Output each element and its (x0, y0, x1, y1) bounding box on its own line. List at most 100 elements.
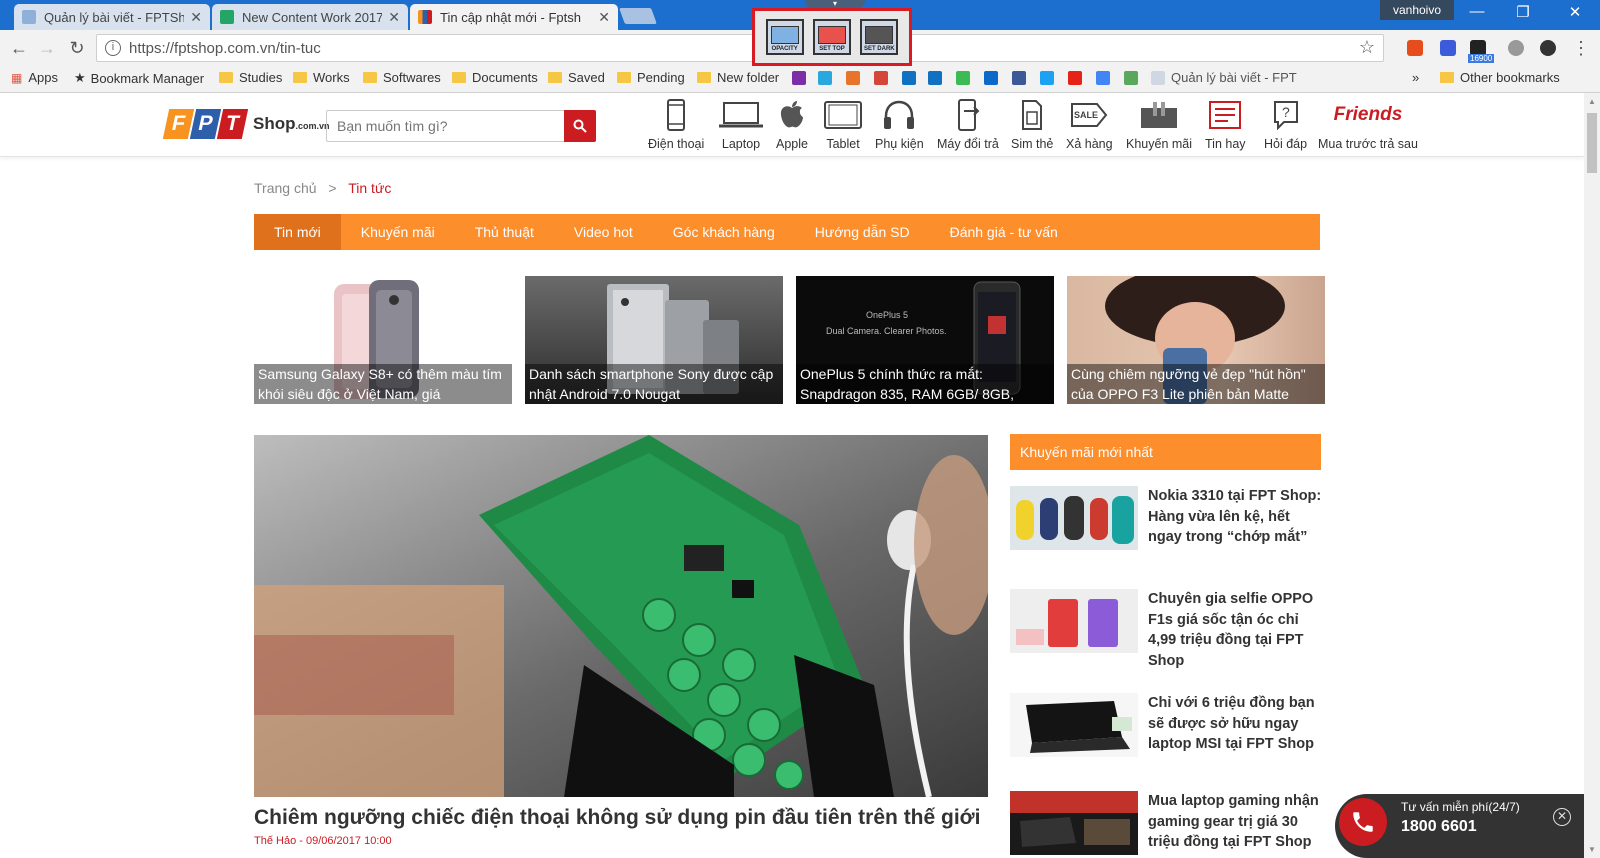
folder-documents[interactable]: Documents (452, 70, 538, 85)
cat-tin-hay[interactable]: Tin hay (1205, 99, 1246, 155)
close-icon[interactable]: ✕ (1553, 808, 1571, 826)
facebook-icon[interactable] (1012, 71, 1026, 85)
bookmark-star-icon[interactable]: ☆ (1359, 37, 1375, 58)
new-tab-button[interactable] (619, 8, 657, 24)
nav-goc-khach-hang[interactable]: Góc khách hàng (653, 214, 795, 250)
sidebar-item[interactable]: Chuyên gia selfie OPPO F1s giá sốc tận ó… (1010, 589, 1321, 679)
bookmark-site-icon[interactable] (1124, 71, 1138, 85)
tab-content-work[interactable]: New Content Work 2017 ✕ (212, 4, 408, 30)
sidebar-item[interactable]: Chỉ với 6 triệu đồng bạn sẽ được sở hữu … (1010, 693, 1321, 783)
sidebar-heading[interactable]: Khuyến mãi mới nhất (1010, 434, 1321, 470)
reload-icon[interactable]: ↻ (66, 38, 88, 59)
sidebar-item[interactable]: Nokia 3310 tại FPT Shop: Hàng vừa lên kệ… (1010, 486, 1321, 576)
sheets-icon (220, 10, 234, 24)
nav-thu-thuat[interactable]: Thủ thuật (455, 214, 554, 250)
folder-new-folder[interactable]: New folder (697, 70, 779, 85)
nav-huong-dan-sd[interactable]: Hướng dẫn SD (795, 214, 930, 250)
bookmark-site-icon[interactable] (818, 71, 832, 85)
info-icon[interactable]: i (105, 40, 121, 56)
dashlane-icon[interactable] (1440, 40, 1456, 56)
cat-apple[interactable]: Apple (776, 99, 808, 155)
youtube-icon[interactable] (1068, 71, 1082, 85)
nav-tin-moi[interactable]: Tin mới (254, 214, 341, 250)
cat-hoi-dap[interactable]: ? Hỏi đáp (1264, 99, 1307, 155)
hotline-widget[interactable]: Tư vấn miễn phí(24/7) 1800 6601 ✕ (1335, 794, 1584, 858)
svg-text:SALE: SALE (1074, 110, 1098, 120)
hero-title[interactable]: Chiêm ngưỡng chiếc điện thoại không sử d… (254, 806, 980, 830)
scroll-down-icon[interactable]: ▼ (1584, 845, 1600, 854)
tab-tin-cap-nhat[interactable]: Tin cập nhật mới - Fptsh ✕ (410, 4, 618, 30)
set-dark-button[interactable]: SET DARK (860, 19, 899, 55)
svg-text:OnePlus 5: OnePlus 5 (866, 310, 908, 320)
other-bookmarks[interactable]: Other bookmarks (1440, 70, 1560, 85)
close-window-icon[interactable]: ✕ (1560, 3, 1590, 21)
minimize-icon[interactable]: — (1462, 3, 1492, 20)
featured-card[interactable]: Danh sách smartphone Sony được cập nhật … (525, 276, 783, 404)
cat-mua-truoc-tra-sau[interactable]: Friends Mua trước trả sau (1318, 99, 1418, 155)
scroll-up-icon[interactable]: ▲ (1584, 97, 1600, 106)
search-button[interactable] (564, 110, 596, 142)
scrollbar-thumb[interactable] (1587, 113, 1597, 173)
folder-softwares[interactable]: Softwares (363, 70, 441, 85)
nav-video-hot[interactable]: Video hot (554, 214, 653, 250)
bookmark-quan-ly[interactable]: Quản lý bài viết - FPT (1151, 70, 1297, 85)
folder-saved[interactable]: Saved (548, 70, 605, 85)
nav-khuyen-mai[interactable]: Khuyến mãi (341, 214, 455, 250)
search-input[interactable] (327, 111, 563, 141)
sidebar-item[interactable]: Mua laptop gaming nhận gaming gear trị g… (1010, 791, 1321, 858)
close-icon[interactable]: ✕ (190, 9, 202, 26)
featured-card[interactable]: OnePlus 5 Dual Camera. Clearer Photos. O… (796, 276, 1054, 404)
cat-xa-hang[interactable]: SALE Xả hàng (1066, 99, 1113, 155)
translate-icon[interactable] (1096, 71, 1110, 85)
cat-may-doi-tra[interactable]: Máy đổi trả (937, 99, 999, 155)
extension-icon[interactable] (1540, 40, 1556, 56)
close-icon[interactable]: ✕ (598, 9, 610, 26)
folder-studies[interactable]: Studies (219, 70, 282, 85)
bookmark-manager[interactable]: ★ Bookmark Manager (74, 70, 204, 86)
outlook-icon[interactable] (902, 71, 916, 85)
tab-title: Quản lý bài viết - FPTSho (44, 9, 185, 25)
breadcrumb-current[interactable]: Tin tức (348, 180, 391, 196)
breadcrumb-home[interactable]: Trang chủ (254, 180, 317, 196)
twitter-icon[interactable] (1040, 71, 1054, 85)
cat-dien-thoai[interactable]: Điện thoại (648, 99, 704, 155)
cat-laptop[interactable]: Laptop (719, 99, 763, 155)
back-icon[interactable]: ← (8, 38, 30, 59)
cat-tablet[interactable]: Tablet (824, 99, 862, 155)
featured-card[interactable]: Cùng chiêm ngưỡng vẻ đẹp "hút hồn" của O… (1067, 276, 1325, 404)
onedrive-icon[interactable] (984, 71, 998, 85)
bookmark-site-icon[interactable] (846, 71, 860, 85)
close-icon[interactable]: ✕ (388, 9, 400, 26)
folder-works[interactable]: Works (293, 70, 350, 85)
cat-khuyen-mai[interactable]: Khuyến mãi (1126, 99, 1192, 155)
hero-image[interactable] (254, 435, 988, 797)
office-icon[interactable] (1407, 40, 1423, 56)
outlook-icon[interactable] (928, 71, 942, 85)
restore-icon[interactable]: ❐ (1508, 3, 1538, 21)
phone-call-icon[interactable] (1339, 798, 1387, 846)
google-drive-icon[interactable] (956, 71, 970, 85)
featured-card[interactable]: Samsung Galaxy S8+ có thêm màu tím khói … (254, 276, 512, 404)
apps-bookmark[interactable]: ▦ Apps (11, 70, 58, 85)
search-box (326, 110, 596, 142)
page-scrollbar[interactable]: ▲ ▼ (1584, 93, 1600, 858)
hotline-number[interactable]: 1800 6601 (1401, 818, 1477, 836)
extension-icon[interactable] (1508, 40, 1524, 56)
address-bar[interactable]: i https://fptshop.com.vn/tin-tuc ☆ (96, 34, 1384, 62)
menu-icon[interactable]: ⋮ (1570, 38, 1592, 59)
bookmarks-overflow[interactable]: » (1412, 70, 1419, 85)
search-icon (573, 119, 587, 133)
gmail-icon[interactable] (874, 71, 888, 85)
set-top-button[interactable]: SET TOP (812, 19, 851, 55)
fpt-shop-logo[interactable]: F P T Shop.com.vn (162, 109, 330, 139)
cat-phu-kien[interactable]: Phụ kiện (875, 99, 924, 155)
cat-sim-the[interactable]: Sim thẻ (1011, 99, 1053, 155)
profile-name[interactable]: vanhoivo (1380, 0, 1454, 20)
twitch-icon[interactable] (792, 71, 806, 85)
tab-quan-ly[interactable]: Quản lý bài viết - FPTSho ✕ (14, 4, 210, 30)
nav-danh-gia-tu-van[interactable]: Đánh giá - tư vấn (930, 214, 1078, 250)
opacity-button[interactable]: OPACITY (765, 19, 804, 55)
folder-pending[interactable]: Pending (617, 70, 685, 85)
laptop-icon (719, 102, 763, 128)
forward-icon[interactable]: → (36, 38, 58, 59)
